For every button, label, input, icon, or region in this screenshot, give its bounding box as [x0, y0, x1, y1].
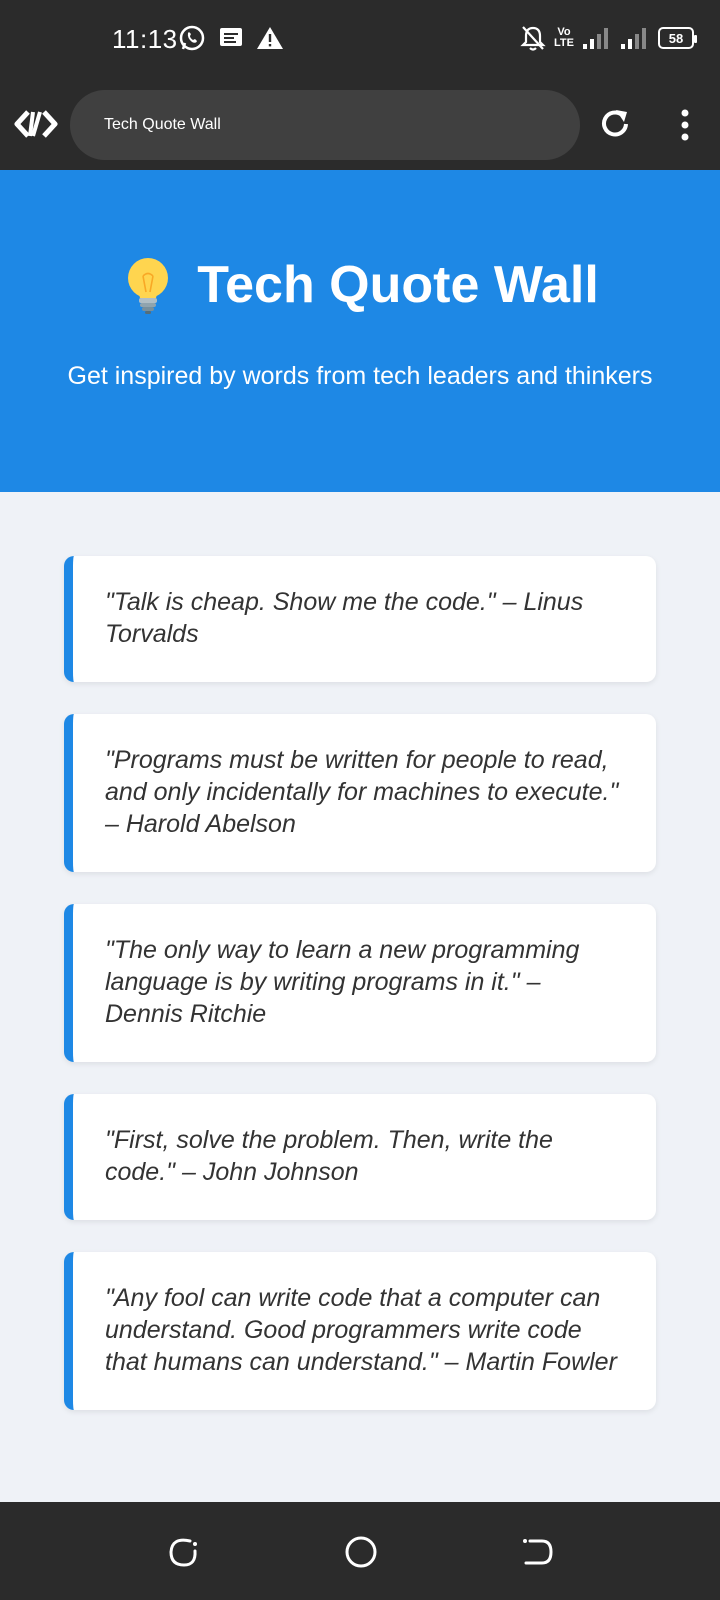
home-icon[interactable] — [344, 1535, 378, 1569]
page-title: Tech Quote Wall — [0, 254, 720, 316]
volte-label: Vo LTE — [554, 26, 574, 49]
signal-icon — [583, 28, 608, 49]
recent-apps-icon[interactable] — [166, 1535, 200, 1569]
warning-icon — [257, 27, 283, 49]
back-icon[interactable] — [520, 1535, 554, 1569]
battery-icon: 58 — [658, 27, 697, 49]
browser-toolbar: Tech Quote Wall — [0, 80, 720, 170]
mute-icon — [520, 26, 546, 51]
lightbulb-icon — [128, 258, 169, 314]
status-bar: 11:13 Vo LTE 58 — [0, 0, 720, 80]
system-icons: Vo LTE 58 — [520, 24, 697, 52]
quote-list: "Talk is cheap. Show me the code." – Lin… — [64, 556, 656, 1442]
web-page: Tech Quote Wall Get inspired by words fr… — [0, 170, 720, 1502]
whatsapp-icon — [179, 25, 205, 51]
address-bar[interactable]: Tech Quote Wall — [70, 90, 580, 160]
hero-banner: Tech Quote Wall Get inspired by words fr… — [0, 170, 720, 492]
status-time: 11:13 — [112, 24, 178, 54]
quote-card: "First, solve the problem. Then, write t… — [64, 1094, 656, 1220]
more-icon[interactable] — [666, 106, 704, 144]
notification-icons — [178, 24, 284, 52]
page-title-text: Tech Quote Wall — [197, 256, 599, 314]
signal-icon — [621, 28, 646, 49]
quote-card: "The only way to learn a new programming… — [64, 904, 656, 1062]
page-subtitle: Get inspired by words from tech leaders … — [67, 362, 653, 390]
quote-card: "Talk is cheap. Show me the code." – Lin… — [64, 556, 656, 682]
quote-card: "Any fool can write code that a computer… — [64, 1252, 656, 1410]
navigation-bar — [0, 1502, 720, 1600]
reload-icon[interactable] — [596, 106, 634, 144]
quote-card: "Programs must be written for people to … — [64, 714, 656, 872]
browser-logo-icon[interactable] — [14, 102, 58, 146]
message-icon — [220, 28, 242, 46]
